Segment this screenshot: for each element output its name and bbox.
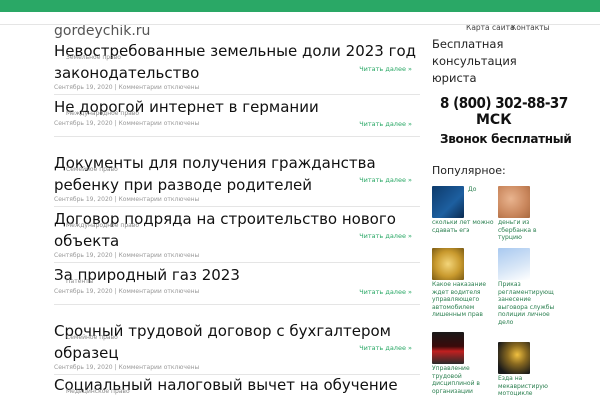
post-meta: Сентябрь 19, 2020 | Комментарии отключен… bbox=[54, 364, 200, 371]
post-divider bbox=[54, 262, 420, 263]
popular-item[interactable]: скольки лет можно сдавать егэ bbox=[432, 186, 494, 234]
post-comments: Комментарии отключены bbox=[118, 84, 200, 91]
post-meta: Сентябрь 19, 2020 | Комментарии отключен… bbox=[54, 196, 200, 203]
post-comments: Комментарии отключены bbox=[118, 288, 200, 295]
post-meta: Сентябрь 19, 2020 | Комментарии отключен… bbox=[54, 288, 200, 295]
read-more-link[interactable]: Читать далее » bbox=[359, 344, 412, 352]
post-date: Сентябрь 19, 2020 bbox=[54, 252, 113, 259]
post-divider bbox=[54, 304, 420, 305]
popular-thumb-image[interactable] bbox=[432, 248, 464, 280]
post-category[interactable]: Семейное право bbox=[66, 166, 118, 173]
post-title[interactable]: Договор подряда на строительство нового … bbox=[54, 208, 420, 252]
post-meta: Сентябрь 19, 2020 | Комментарии отключен… bbox=[54, 252, 200, 259]
popular-thumb-image[interactable] bbox=[498, 342, 530, 374]
post-meta: Сентябрь 19, 2020 | Комментарии отключен… bbox=[54, 120, 200, 127]
popular-item[interactable]: Управление трудовой дисциплиной в органи… bbox=[432, 332, 492, 395]
post-category[interactable]: Медицинское право bbox=[66, 388, 130, 395]
read-more-link[interactable]: Читать далее » bbox=[359, 65, 412, 73]
post-category[interactable]: Патенты bbox=[66, 278, 94, 285]
post-comments: Комментарии отключены bbox=[118, 196, 200, 203]
call-free-label: Звонок бесплатный bbox=[440, 132, 572, 146]
post-divider bbox=[54, 136, 420, 137]
phone-number[interactable]: 8 (800) 302-88-37 bbox=[440, 94, 568, 112]
phone-city: МСК bbox=[476, 112, 512, 128]
post-meta: Сентябрь 19, 2020 | Комментарии отключен… bbox=[54, 84, 200, 91]
post-date: Сентябрь 19, 2020 bbox=[54, 288, 113, 295]
popular-item[interactable]: деньги из сбербанка в турцию bbox=[498, 186, 558, 242]
popular-item-link[interactable]: Езда на мекавристирую мотоцикле bbox=[498, 375, 560, 398]
post-divider bbox=[54, 94, 420, 95]
read-more-link[interactable]: Читать далее » bbox=[359, 232, 412, 240]
popular-item[interactable]: Приказ регламентирующ занесение выговора… bbox=[498, 248, 558, 326]
popular-item-link[interactable]: скольки лет можно сдавать егэ bbox=[432, 219, 494, 234]
popular-item[interactable]: Какое наказание ждет водителя управляюще… bbox=[432, 248, 492, 319]
popular-thumb-image[interactable] bbox=[498, 248, 530, 280]
post-date: Сентябрь 19, 2020 bbox=[54, 120, 113, 127]
post-category[interactable]: Земельное право bbox=[66, 54, 121, 61]
post-title[interactable]: Невостребованные земельные доли 2023 год… bbox=[54, 40, 420, 84]
post-category[interactable]: Семейное право bbox=[66, 334, 118, 341]
read-more-link[interactable]: Читать далее » bbox=[359, 120, 412, 128]
post-comments: Комментарии отключены bbox=[118, 364, 200, 371]
popular-item-link[interactable]: Управление трудовой дисциплиной в органи… bbox=[432, 365, 494, 395]
popular-heading: Популярное: bbox=[432, 164, 506, 177]
popular-item-link[interactable]: деньги из сбербанка в турцию bbox=[498, 219, 560, 242]
site-logo[interactable]: gordeychik.ru bbox=[54, 23, 150, 39]
header-divider bbox=[0, 24, 600, 25]
post-date: Сентябрь 19, 2020 bbox=[54, 364, 113, 371]
post-divider bbox=[54, 206, 420, 207]
popular-thumb-image[interactable] bbox=[432, 332, 464, 364]
popular-item-side-label[interactable]: До bbox=[468, 186, 476, 193]
post-comments: Комментарии отключены bbox=[118, 120, 200, 127]
popular-item-link[interactable]: Приказ регламентирующ занесение выговора… bbox=[498, 281, 560, 326]
post-title[interactable]: Срочный трудовой договор с бухгалтером о… bbox=[54, 320, 420, 364]
post-date: Сентябрь 19, 2020 bbox=[54, 196, 113, 203]
consultation-heading: Бесплатная консультация юриста bbox=[432, 37, 517, 85]
popular-item-link[interactable]: Какое наказание ждет водителя управляюще… bbox=[432, 281, 494, 319]
read-more-link[interactable]: Читать далее » bbox=[359, 288, 412, 296]
read-more-link[interactable]: Читать далее » bbox=[359, 176, 412, 184]
popular-thumb-image[interactable] bbox=[432, 186, 464, 218]
post-title[interactable]: За природный газ 2023 bbox=[54, 264, 420, 286]
popular-thumb-image[interactable] bbox=[498, 186, 530, 218]
post-date: Сентябрь 19, 2020 bbox=[54, 84, 113, 91]
top-accent-bar bbox=[0, 0, 600, 12]
post-comments: Комментарии отключены bbox=[118, 252, 200, 259]
popular-item[interactable]: Езда на мекавристирую мотоцикле bbox=[498, 342, 558, 398]
post-category[interactable]: Международное право bbox=[66, 222, 139, 229]
post-category[interactable]: Международное право bbox=[66, 110, 139, 117]
post-title[interactable]: Документы для получения гражданства ребе… bbox=[54, 152, 420, 196]
